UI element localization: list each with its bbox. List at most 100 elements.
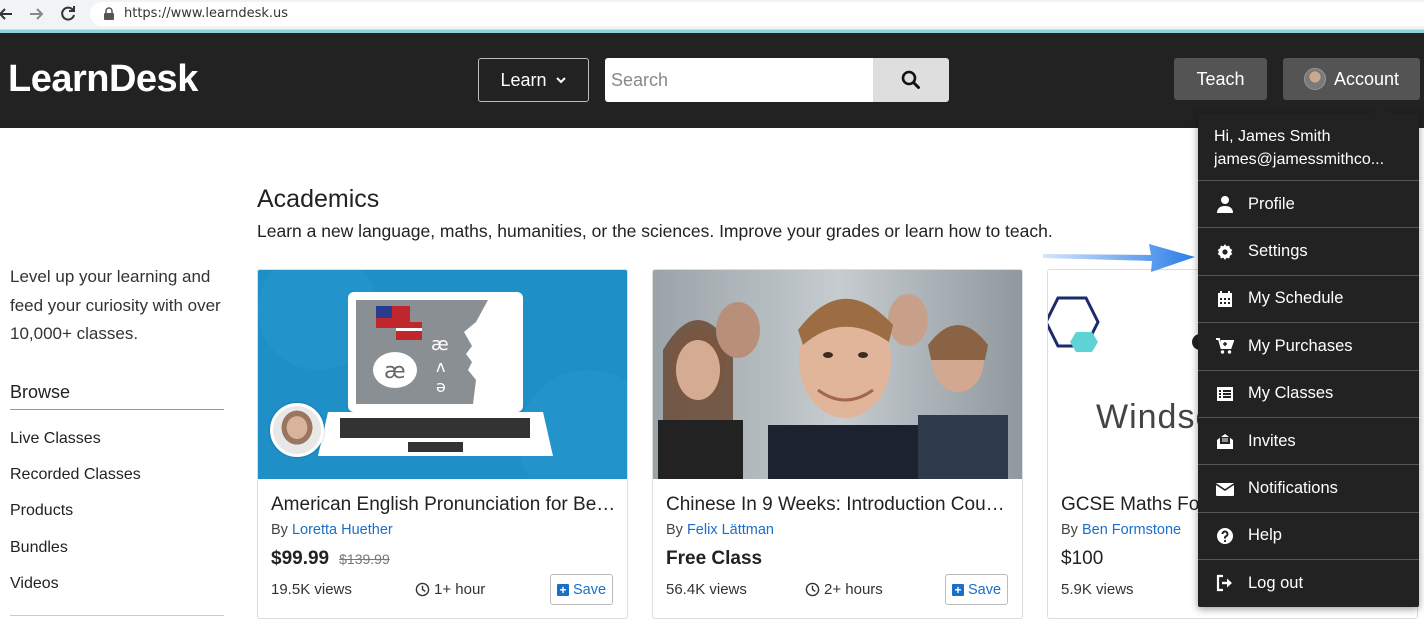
search-icon (901, 70, 920, 89)
plus-square-icon: + (951, 583, 964, 596)
menu-item-my-classes[interactable]: My Classes (1198, 369, 1419, 417)
divider (10, 409, 224, 410)
svg-text:ə: ə (436, 377, 446, 396)
browse-list: Live Classes Recorded Classes Products B… (10, 428, 141, 609)
clock-icon (805, 582, 820, 597)
tagline: Level up your learning and feed your cur… (10, 267, 221, 343)
instructor-link[interactable]: Loretta Huether (292, 522, 393, 538)
menu-item-label: Profile (1248, 194, 1295, 213)
menu-item-help[interactable]: Help (1198, 511, 1419, 559)
menu-item-label: Settings (1248, 242, 1308, 261)
menu-item-log-out[interactable]: Log out (1198, 559, 1419, 606)
menu-item-notifications[interactable]: Notifications (1198, 464, 1419, 511)
account-button[interactable]: Account (1283, 58, 1420, 100)
address-bar[interactable]: https://www.learndesk.us (90, 2, 1424, 26)
class-thumbnail (653, 270, 1022, 479)
instructor-line: By Ben Formstone (1061, 522, 1181, 538)
original-price: $139.99 (339, 551, 390, 567)
by-label: By (1061, 522, 1078, 538)
view-count: 56.4K views (666, 581, 747, 598)
logo[interactable]: LearnDesk (8, 58, 198, 101)
gear-icon (1217, 243, 1233, 260)
menu-item-label: Notifications (1248, 479, 1338, 498)
account-label: Account (1333, 68, 1400, 89)
duration: 1+ hour (415, 581, 485, 598)
cart-icon (1216, 338, 1234, 355)
browse-item-products[interactable]: Products (10, 500, 141, 536)
clock-icon (415, 582, 430, 597)
class-title[interactable]: American English Pronunciation for Be… (271, 494, 616, 516)
learn-dropdown-button[interactable]: Learn (478, 58, 589, 102)
annotation-arrow-icon (1043, 244, 1195, 272)
browser-toolbar: https://www.learndesk.us (0, 0, 1424, 30)
save-label: Save (967, 581, 1002, 598)
current-price: Free Class (666, 548, 763, 569)
section-title: Academics (257, 185, 380, 213)
calendar-icon (1218, 290, 1232, 307)
logout-icon (1216, 575, 1232, 592)
menu-item-label: My Schedule (1248, 289, 1344, 308)
account-dropdown-menu: Hi, James Smith james@jamessmithco... Pr… (1198, 105, 1419, 607)
divider (10, 615, 224, 616)
duration-text: 2+ hours (824, 581, 883, 598)
instructor-line: By Felix Lättman (666, 522, 774, 538)
search-button[interactable] (873, 58, 949, 102)
menu-item-my-schedule[interactable]: My Schedule (1198, 274, 1419, 322)
instructor-line: By Loretta Huether (271, 522, 393, 538)
url-text: https://www.learndesk.us (124, 6, 289, 21)
view-count: 19.5K views (271, 581, 352, 598)
by-label: By (666, 522, 683, 538)
class-card[interactable]: æ æ ʌ ə American English Pronunciation f… (257, 269, 628, 619)
browse-item-recorded-classes[interactable]: Recorded Classes (10, 464, 141, 500)
price: Free Class (666, 548, 762, 570)
menu-item-settings[interactable]: Settings (1198, 227, 1419, 274)
by-label: By (271, 522, 288, 538)
chevron-down-icon (555, 77, 566, 84)
dropdown-caret (1373, 105, 1389, 113)
user-email: james@jamessmithco... (1214, 151, 1385, 168)
current-price: $99.99 (271, 548, 330, 569)
instructor-avatar (270, 403, 324, 457)
class-thumbnail: æ æ ʌ ə (258, 270, 627, 479)
forward-arrow-icon[interactable] (26, 4, 46, 24)
teach-button[interactable]: Teach (1174, 58, 1267, 100)
browse-item-live-classes[interactable]: Live Classes (10, 428, 141, 464)
browse-item-bundles[interactable]: Bundles (10, 537, 141, 573)
lock-icon (102, 7, 116, 21)
svg-text:æ: æ (431, 334, 449, 355)
user-icon (1217, 196, 1233, 214)
menu-item-label: My Purchases (1248, 336, 1353, 355)
menu-item-invites[interactable]: Invites (1198, 417, 1419, 464)
menu-item-label: Log out (1248, 573, 1304, 592)
user-info: Hi, James Smith james@jamessmithco... (1214, 125, 1414, 171)
avatar (1303, 68, 1326, 90)
instructor-link[interactable]: Ben Formstone (1082, 522, 1181, 538)
duration-text: 1+ hour (434, 581, 486, 598)
menu-item-profile[interactable]: Profile (1198, 180, 1419, 227)
price: $99.99 $139.99 (271, 548, 390, 570)
save-label: Save (572, 581, 607, 598)
browse-heading: Browse (10, 382, 71, 402)
save-button[interactable]: + Save (945, 574, 1008, 605)
save-button[interactable]: + Save (550, 574, 613, 605)
menu-item-label: Invites (1248, 431, 1296, 450)
list-icon (1217, 386, 1233, 401)
search-input[interactable] (605, 58, 873, 102)
plus-square-icon: + (556, 583, 569, 596)
greeting: Hi, James Smith (1214, 128, 1331, 145)
instructor-link[interactable]: Felix Lättman (687, 522, 774, 538)
svg-text:ʌ: ʌ (436, 357, 445, 376)
class-title[interactable]: Chinese In 9 Weeks: Introduction Cou… (666, 494, 1011, 516)
browse-item-videos[interactable]: Videos (10, 573, 141, 609)
menu-item-my-purchases[interactable]: My Purchases (1198, 322, 1419, 369)
price: $100 (1061, 548, 1103, 570)
menu-item-label: Help (1248, 526, 1282, 545)
back-arrow-icon[interactable] (0, 4, 16, 24)
question-icon (1217, 527, 1233, 544)
section-description: Learn a new language, maths, humanities,… (257, 221, 1053, 241)
envelope-icon (1216, 482, 1234, 496)
learn-label: Learn (500, 69, 547, 90)
reload-icon[interactable] (58, 4, 78, 24)
class-card[interactable]: Chinese In 9 Weeks: Introduction Cou… By… (652, 269, 1023, 619)
current-price: $100 (1061, 548, 1104, 569)
